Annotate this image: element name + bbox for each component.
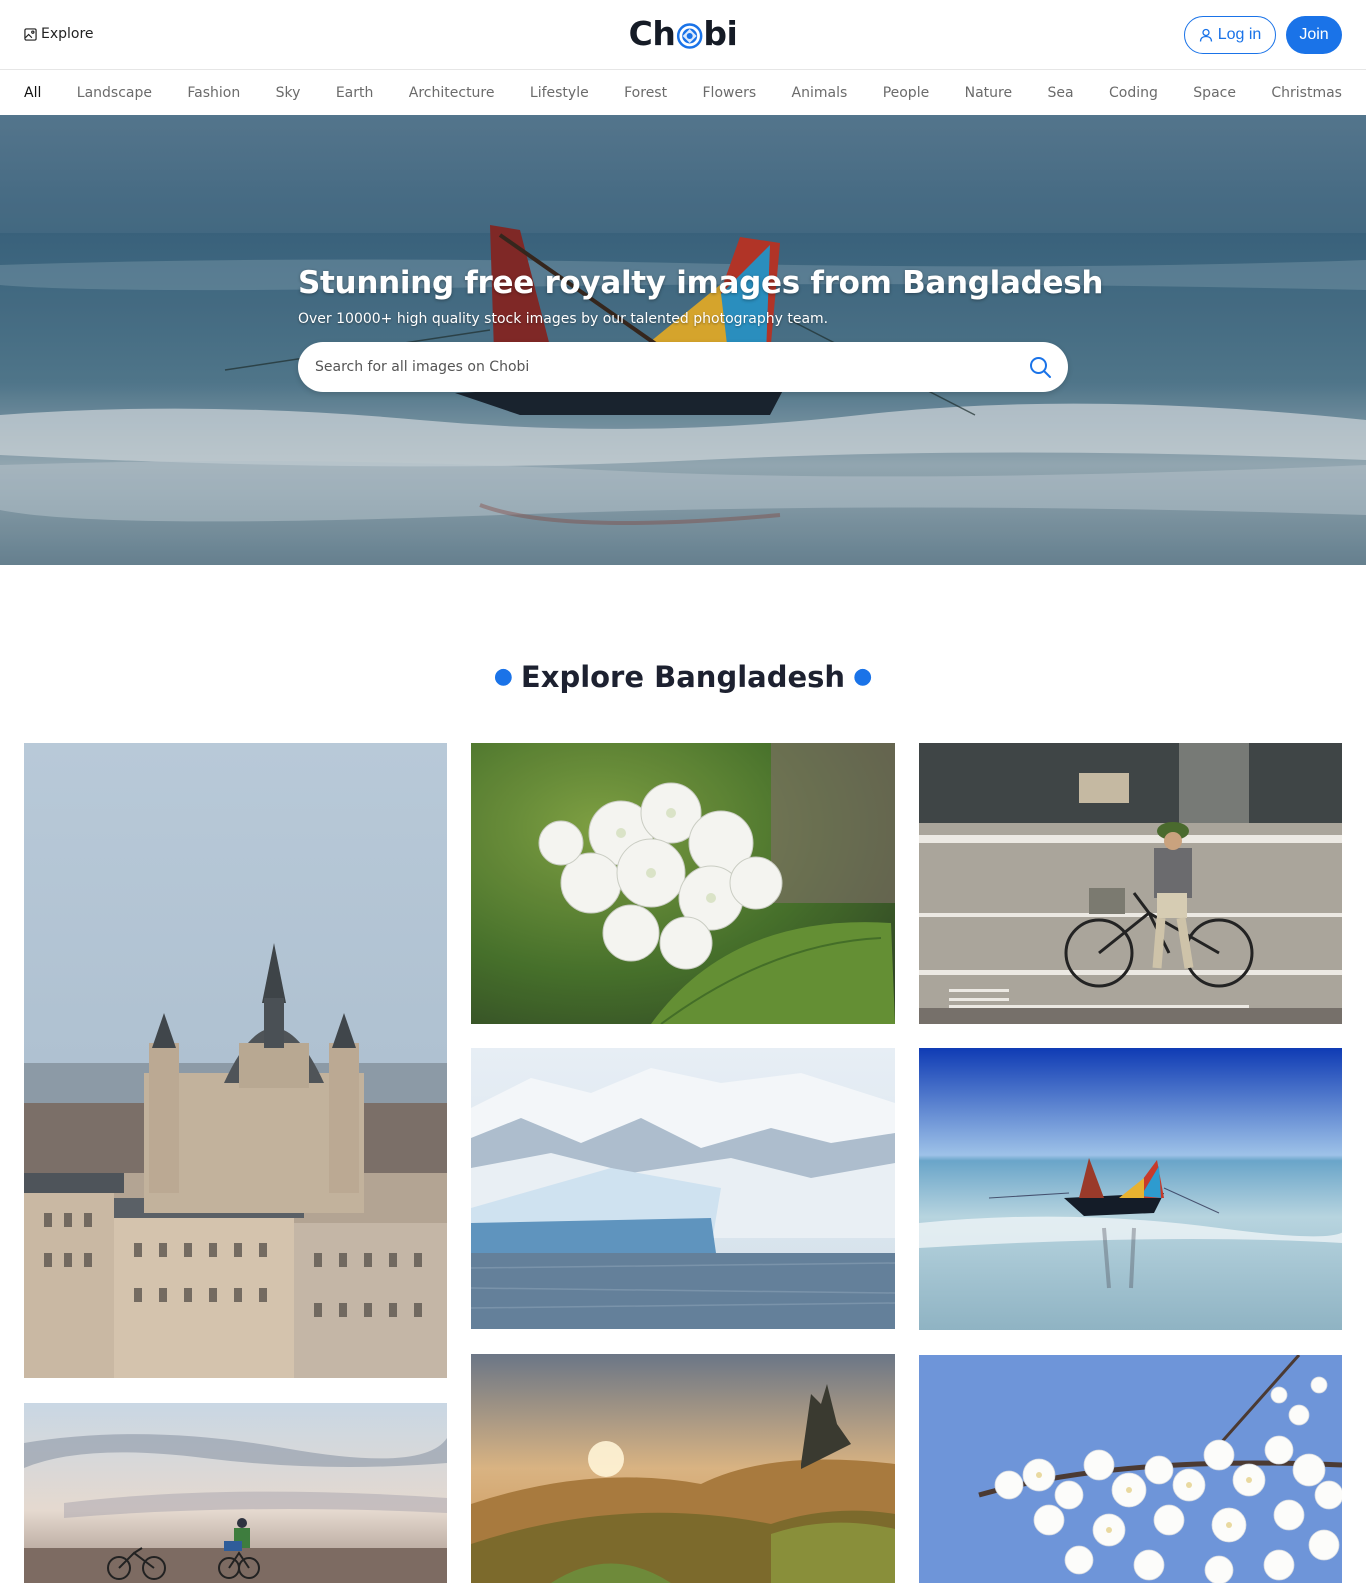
top-header: Explore Ch bi Log in Join bbox=[0, 0, 1366, 70]
title-dot-right: ● bbox=[853, 663, 873, 689]
gallery-image-highland[interactable] bbox=[471, 1354, 895, 1583]
hydrangea-image bbox=[471, 743, 895, 1024]
category-architecture[interactable]: Architecture bbox=[409, 85, 495, 101]
category-animals[interactable]: Animals bbox=[792, 85, 848, 101]
join-button[interactable]: Join bbox=[1286, 16, 1342, 54]
hero-content: Stunning free royalty images from Bangla… bbox=[298, 265, 1104, 392]
category-people[interactable]: People bbox=[883, 85, 930, 101]
gallery-image-boat-sea[interactable] bbox=[919, 1048, 1342, 1330]
gallery-image-street-cyclist[interactable] bbox=[919, 743, 1342, 1024]
search-icon bbox=[1030, 357, 1051, 378]
hero-subtitle: Over 10000+ high quality stock images by… bbox=[298, 311, 829, 327]
category-nav: All Landscape Fashion Sky Earth Architecture L… bbox=[0, 71, 1366, 115]
category-forest[interactable]: Forest bbox=[624, 85, 667, 101]
chobi-logo[interactable]: Ch bi bbox=[629, 14, 738, 53]
hero-banner: Stunning free royalty images from Bangla… bbox=[0, 115, 1366, 565]
image-icon bbox=[24, 27, 37, 41]
category-sea[interactable]: Sea bbox=[1048, 85, 1074, 101]
logo-aperture-icon bbox=[676, 22, 703, 49]
login-button[interactable]: Log in bbox=[1184, 16, 1276, 54]
highland-image bbox=[471, 1354, 895, 1583]
gallery-image-cherry-blossom[interactable] bbox=[919, 1355, 1342, 1583]
category-lifestyle[interactable]: Lifestyle bbox=[530, 85, 589, 101]
gallery-image-cathedral[interactable] bbox=[24, 743, 447, 1378]
gallery-image-hydrangea[interactable] bbox=[471, 743, 895, 1024]
login-label: Log in bbox=[1217, 26, 1262, 43]
search-bar bbox=[298, 342, 1068, 392]
title-dot-left: ● bbox=[493, 663, 513, 689]
category-flowers[interactable]: Flowers bbox=[703, 85, 757, 101]
category-landscape[interactable]: Landscape bbox=[77, 85, 152, 101]
category-fashion[interactable]: Fashion bbox=[187, 85, 240, 101]
explore-link[interactable]: Explore bbox=[24, 26, 94, 42]
search-button[interactable] bbox=[1026, 353, 1054, 381]
gallery-image-beach-cyclists[interactable] bbox=[24, 1403, 447, 1583]
category-space[interactable]: Space bbox=[1193, 85, 1236, 101]
glacier-image bbox=[471, 1048, 895, 1329]
section-title-text: Explore Bangladesh bbox=[520, 660, 846, 694]
category-nature[interactable]: Nature bbox=[965, 85, 1012, 101]
category-coding[interactable]: Coding bbox=[1109, 85, 1158, 101]
cathedral-image bbox=[24, 743, 447, 1378]
logo-text-end: bi bbox=[703, 14, 738, 53]
logo-text-start: Ch bbox=[628, 14, 676, 53]
section-title: ● Explore Bangladesh ● bbox=[0, 660, 1366, 694]
street-cyclist-image bbox=[919, 743, 1342, 1024]
user-icon bbox=[1199, 28, 1212, 42]
beach-cyclists-image bbox=[24, 1403, 447, 1583]
category-earth[interactable]: Earth bbox=[336, 85, 374, 101]
boat-sea-image bbox=[919, 1048, 1342, 1330]
cherry-blossom-image bbox=[919, 1355, 1342, 1583]
hero-title: Stunning free royalty images from Bangla… bbox=[298, 265, 1104, 301]
gallery-image-glacier[interactable] bbox=[471, 1048, 895, 1329]
category-christmas[interactable]: Christmas bbox=[1271, 85, 1342, 101]
search-input[interactable] bbox=[315, 359, 1026, 375]
explore-label: Explore bbox=[41, 26, 94, 42]
category-all[interactable]: All bbox=[24, 85, 41, 101]
category-sky[interactable]: Sky bbox=[276, 85, 301, 101]
